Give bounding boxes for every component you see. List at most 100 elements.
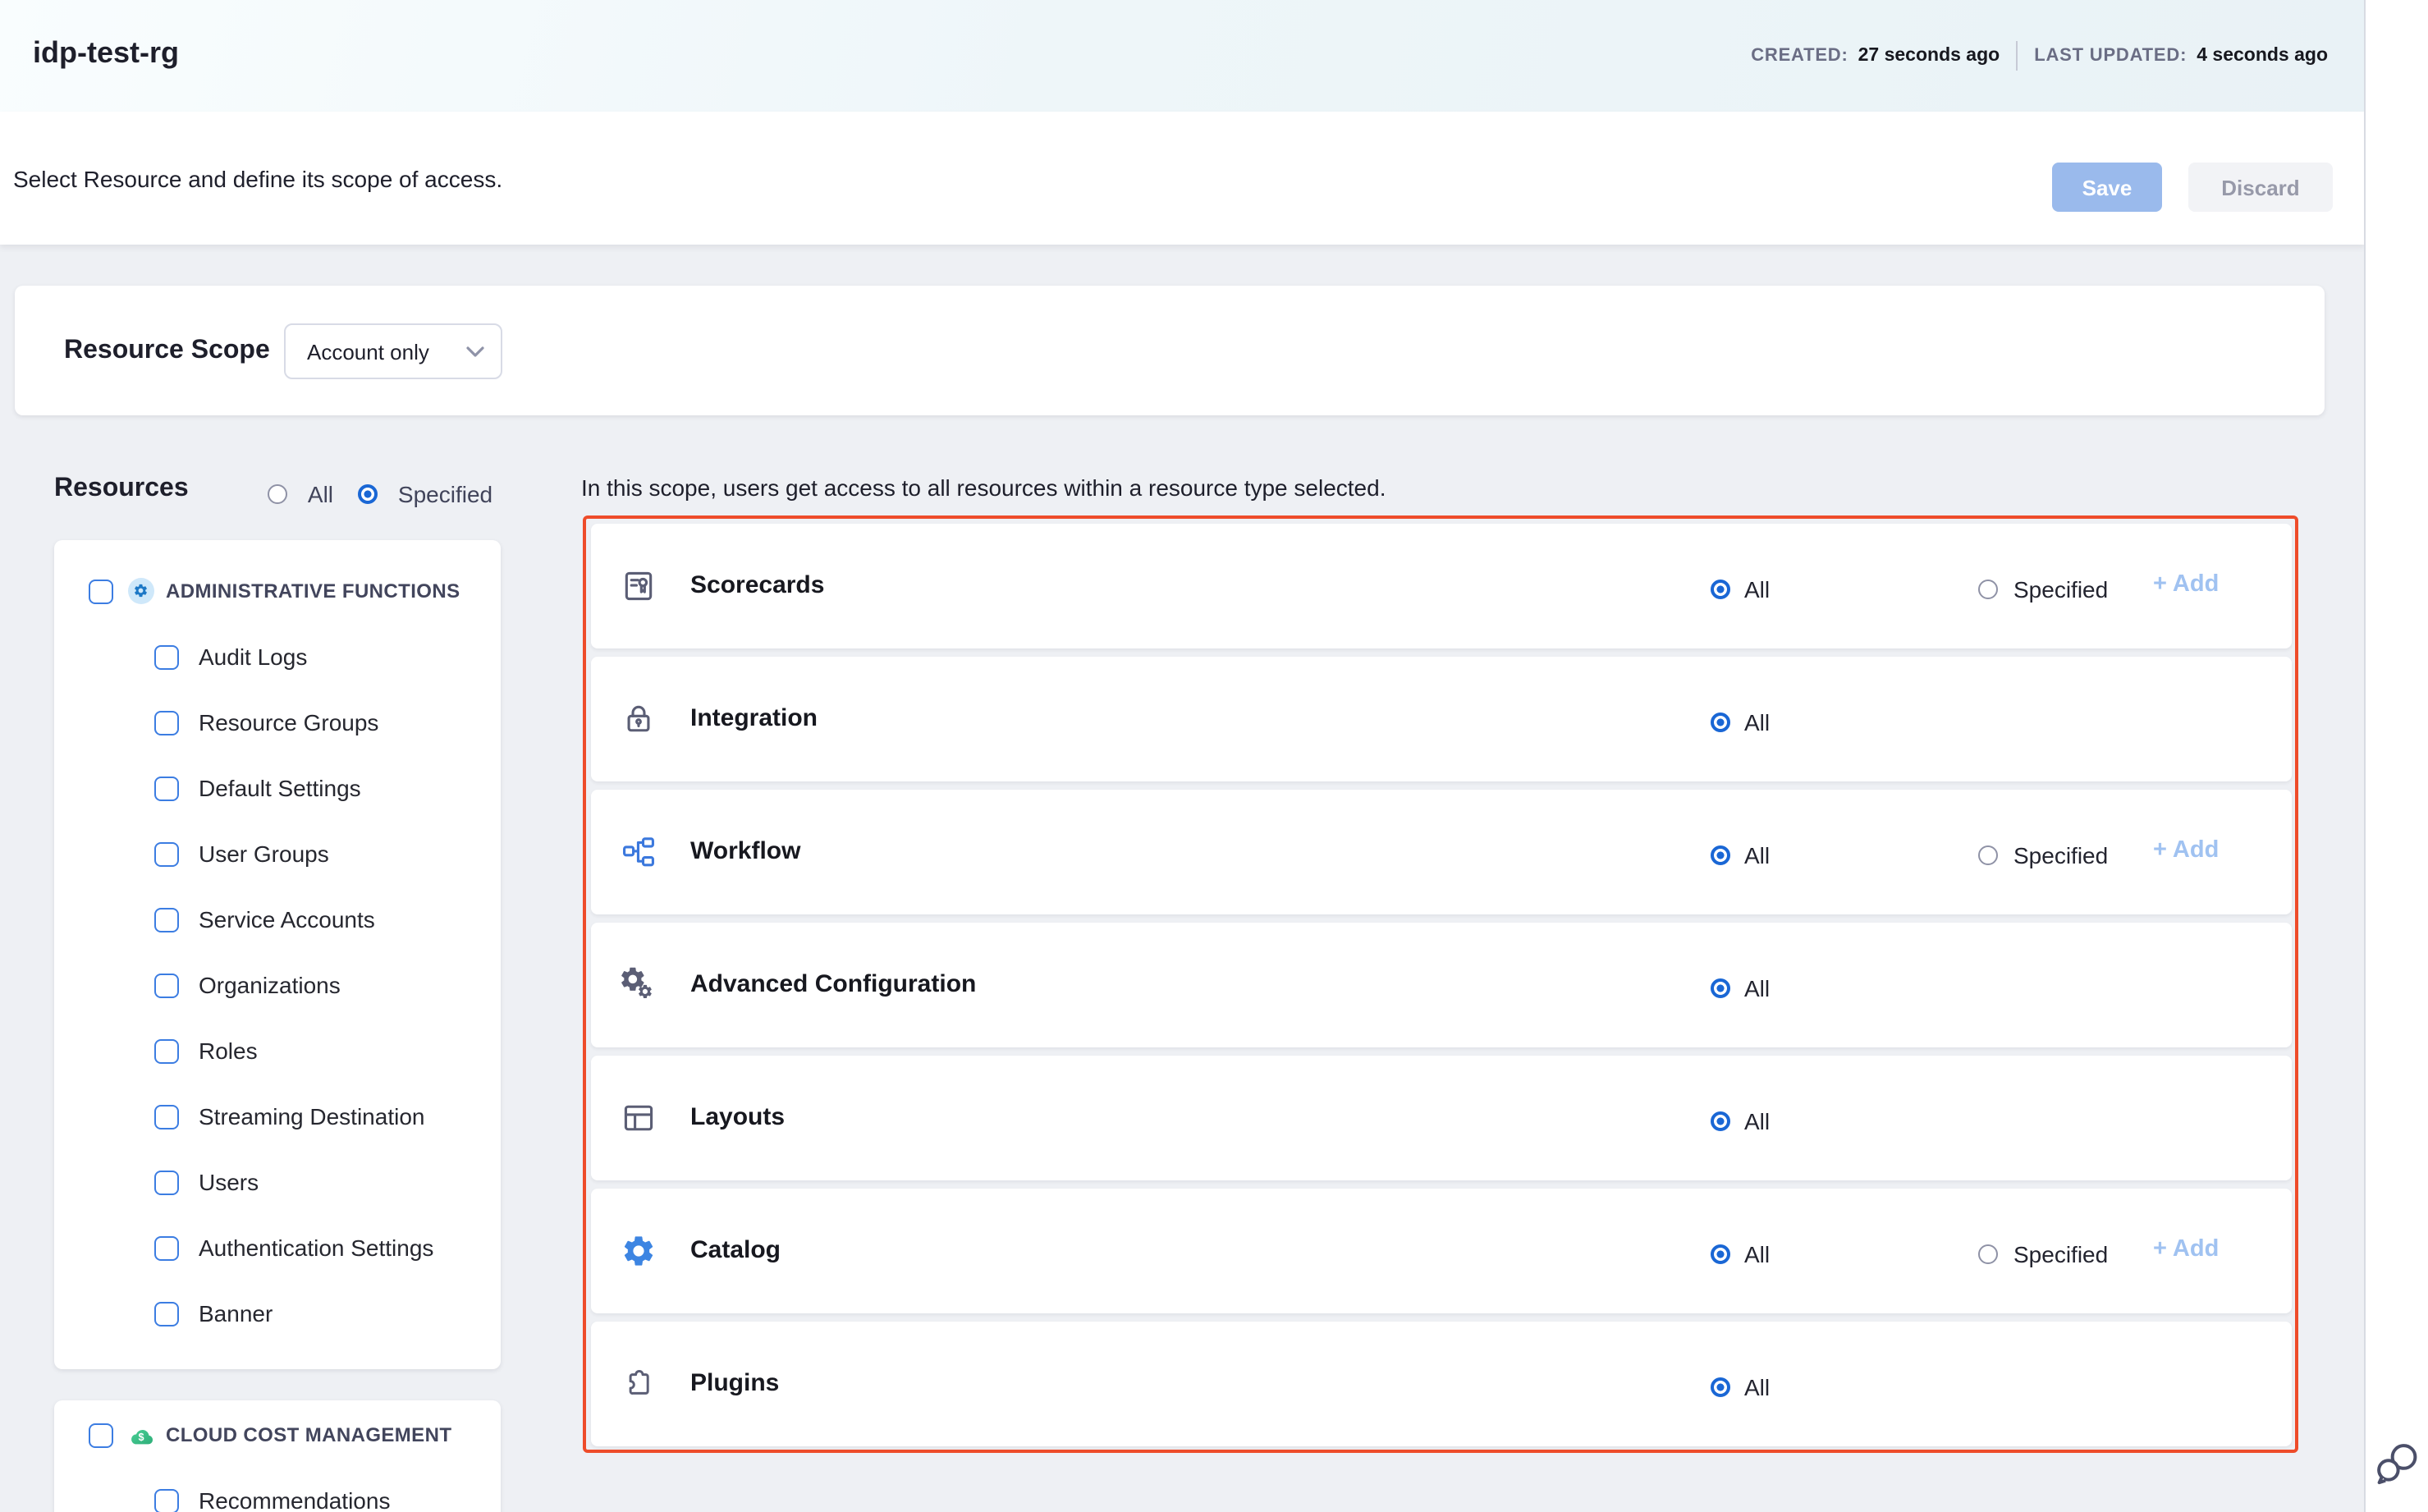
resources-heading: Resources All Specified (54, 470, 547, 515)
resource-tree-item[interactable]: Banner (54, 1281, 501, 1346)
right-scroll-gutter (2364, 0, 2428, 1512)
item-checkbox[interactable] (154, 973, 179, 997)
toolbar-description: Select Resource and define its scope of … (13, 112, 502, 245)
scope-option-specified[interactable]: Specified (1977, 1240, 2108, 1270)
scope-row-label: Catalog (690, 1188, 781, 1313)
add-link[interactable]: + Add (2153, 570, 2219, 597)
add-link[interactable]: + Add (2153, 1235, 2219, 1262)
svg-text:$: $ (138, 1431, 144, 1442)
add-link[interactable]: + Add (2153, 836, 2219, 863)
resource-tree-item[interactable]: Default Settings (54, 755, 501, 821)
all-radio-label: All (308, 481, 333, 507)
resource-tree-item[interactable]: Streaming Destination (54, 1084, 501, 1149)
resource-tree-item[interactable]: Organizations (54, 952, 501, 1018)
resource-tree-item[interactable]: User Groups (54, 821, 501, 887)
specified-radio-label: Specified (398, 481, 492, 507)
item-checkbox[interactable] (154, 710, 179, 735)
specified-radio-label: Specified (2013, 843, 2108, 869)
item-label: Service Accounts (199, 906, 375, 932)
all-radio[interactable] (1710, 713, 1729, 733)
specified-radio[interactable] (1977, 1245, 1997, 1265)
all-radio-label: All (1744, 1242, 1770, 1268)
all-radio[interactable] (1710, 1378, 1729, 1398)
item-checkbox[interactable] (154, 1488, 179, 1512)
resource-group-header: $ CLOUD COST MANAGEMENT (54, 1410, 501, 1459)
resources-option-specified[interactable]: Specified (358, 479, 492, 509)
created-value: 27 seconds ago (1858, 46, 2000, 66)
lock-icon (620, 700, 656, 736)
item-checkbox[interactable] (154, 907, 179, 932)
scope-row-label: Plugins (690, 1321, 779, 1446)
scope-row-plugins: Plugins All (590, 1321, 2291, 1446)
all-radio-label: All (1744, 1375, 1770, 1401)
specified-radio[interactable] (1977, 580, 1997, 600)
item-checkbox[interactable] (154, 1170, 179, 1194)
last-updated-label: LAST UPDATED: (2034, 46, 2187, 66)
item-label: Resource Groups (199, 709, 378, 735)
toolbar: Select Resource and define its scope of … (0, 112, 2364, 245)
scope-option-all[interactable]: All (1710, 1107, 1770, 1137)
item-checkbox[interactable] (154, 776, 179, 800)
scope-option-all[interactable]: All (1710, 974, 1770, 1004)
gears-icon (620, 966, 656, 1002)
resource-tree-item[interactable]: Recommendations (54, 1468, 501, 1512)
resource-tree-item[interactable]: Roles (54, 1018, 501, 1084)
specified-radio[interactable] (1977, 846, 1997, 866)
group-checkbox[interactable] (89, 1423, 113, 1447)
scope-option-all[interactable]: All (1710, 1240, 1770, 1270)
specified-radio[interactable] (358, 484, 378, 504)
plugin-icon (620, 1365, 656, 1401)
all-radio-label: All (1744, 976, 1770, 1002)
group-checkbox[interactable] (89, 579, 113, 603)
scope-panel: Scorecards All Specified + Add Integration Al… (583, 515, 2298, 1453)
workflow-icon (620, 833, 656, 869)
all-radio[interactable] (1710, 1112, 1729, 1132)
resource-tree-item[interactable]: Resource Groups (54, 690, 501, 755)
all-radio-label: All (1744, 577, 1770, 603)
resource-tree-item[interactable]: Service Accounts (54, 887, 501, 952)
item-checkbox[interactable] (154, 1038, 179, 1063)
resource-tree-item[interactable]: Audit Logs (54, 624, 501, 690)
all-radio[interactable] (268, 484, 287, 504)
item-checkbox[interactable] (154, 1104, 179, 1129)
resource-scope-dropdown[interactable]: Account only (284, 323, 502, 379)
scope-row-scorecards: Scorecards All Specified + Add (590, 523, 2291, 648)
scope-option-all[interactable]: All (1710, 708, 1770, 738)
save-button[interactable]: Save (2052, 163, 2162, 212)
all-radio[interactable] (1710, 1245, 1729, 1265)
specified-radio-label: Specified (2013, 577, 2108, 603)
chat-bubbles-icon[interactable] (2371, 1438, 2423, 1491)
discard-button[interactable]: Discard (2188, 163, 2333, 212)
scope-description: In this scope, users get access to all r… (581, 474, 1386, 501)
last-updated-value: 4 seconds ago (2197, 46, 2328, 66)
scope-option-all[interactable]: All (1710, 1373, 1770, 1403)
scope-row-catalog: Catalog All Specified + Add (590, 1188, 2291, 1313)
item-checkbox[interactable] (154, 1301, 179, 1326)
scope-row-label: Integration (690, 656, 818, 781)
group-label: CLOUD COST MANAGEMENT (166, 1423, 451, 1446)
all-radio-label: All (1744, 1109, 1770, 1135)
item-checkbox[interactable] (154, 1235, 179, 1260)
item-label: Roles (199, 1038, 258, 1064)
scope-option-all[interactable]: All (1710, 575, 1770, 605)
resource-scope-label: Resource Scope (64, 286, 270, 415)
scope-option-specified[interactable]: Specified (1977, 575, 2108, 605)
resource-tree-item[interactable]: Authentication Settings (54, 1215, 501, 1281)
item-label: User Groups (199, 841, 329, 867)
item-checkbox[interactable] (154, 644, 179, 669)
scope-row-label: Scorecards (690, 523, 824, 648)
resource-group-card: ADMINISTRATIVE FUNCTIONSAudit LogsResour… (54, 540, 501, 1369)
all-radio[interactable] (1710, 979, 1729, 999)
scope-row-advanced-configuration: Advanced ConfigurationAll (590, 922, 2291, 1047)
scope-option-all[interactable]: All (1710, 841, 1770, 871)
item-checkbox[interactable] (154, 841, 179, 866)
scope-row-integration: Integration All (590, 656, 2291, 781)
all-radio[interactable] (1710, 580, 1729, 600)
resource-tree-item[interactable]: Users (54, 1149, 501, 1215)
meta-divider (2016, 41, 2018, 71)
cloud-dollar-icon: $ (128, 1422, 154, 1448)
scope-option-specified[interactable]: Specified (1977, 841, 2108, 871)
all-radio[interactable] (1710, 846, 1729, 866)
layout-icon (620, 1099, 656, 1135)
resources-option-all[interactable]: All (268, 479, 333, 509)
